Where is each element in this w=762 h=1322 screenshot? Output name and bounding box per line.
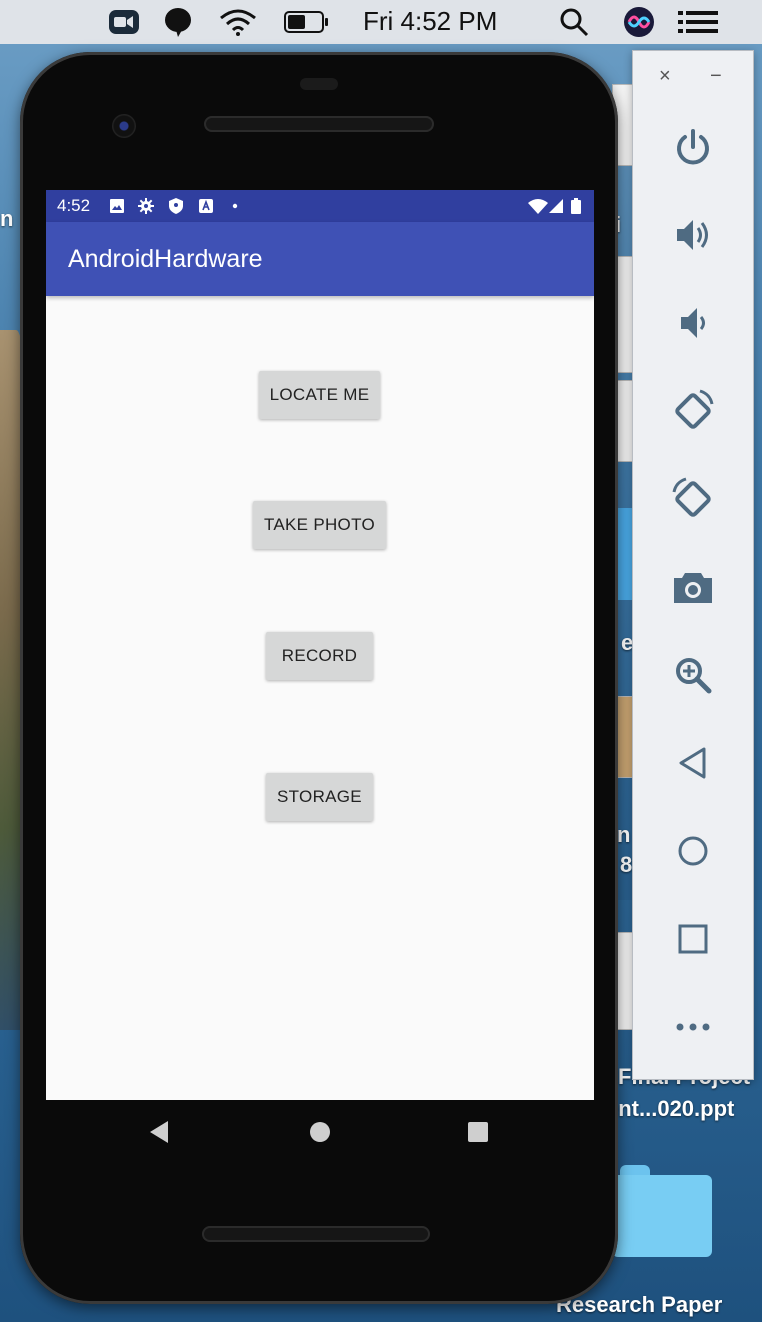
image-icon (110, 199, 124, 213)
record-button[interactable]: RECORD (266, 632, 373, 680)
desktop-folder-label[interactable]: Research Paper (556, 1292, 722, 1318)
android-status-bar: 4:52 (46, 190, 594, 222)
front-camera (112, 114, 136, 138)
phone-frame: 4:52 AndroidHardware LOCATE ME TAKE PHOT… (20, 52, 618, 1304)
volume-down-icon[interactable] (667, 297, 719, 349)
volume-up-icon[interactable] (667, 209, 719, 261)
speech-bubble-icon[interactable] (162, 8, 194, 37)
home-icon[interactable] (667, 825, 719, 877)
close-icon[interactable]: × (659, 65, 671, 88)
desktop-right-fragment: 8 (620, 852, 633, 877)
mac-menu-bar: Fri 4:52 PM (0, 0, 762, 44)
zoom-icon[interactable] (108, 8, 140, 36)
wifi-icon[interactable] (218, 8, 258, 36)
camera-icon[interactable] (667, 561, 719, 613)
battery-icon[interactable] (284, 8, 330, 36)
menu-clock[interactable]: Fri 4:52 PM (363, 6, 497, 37)
wifi-icon (528, 199, 548, 214)
gear-icon (138, 198, 154, 214)
zoom-in-icon[interactable] (667, 649, 719, 701)
storage-button[interactable]: STORAGE (266, 773, 373, 821)
shield-icon (169, 198, 183, 214)
android-nav-bar (46, 1100, 594, 1164)
rotate-left-icon[interactable] (667, 385, 719, 437)
back-icon[interactable] (667, 737, 719, 789)
search-icon[interactable] (558, 8, 590, 37)
overview-icon[interactable] (667, 913, 719, 965)
rotate-right-icon[interactable] (667, 473, 719, 525)
battery-icon (571, 198, 581, 214)
home-icon[interactable] (309, 1121, 331, 1143)
proximity-sensor (300, 78, 338, 90)
recents-icon[interactable] (468, 1122, 488, 1142)
siri-icon[interactable] (622, 7, 656, 37)
desktop-file-label[interactable]: ent...020.ppt (606, 1096, 734, 1122)
desktop-left-fragment: n (0, 206, 14, 231)
app-title: AndroidHardware (68, 245, 263, 273)
control-center-icon[interactable] (678, 8, 718, 36)
a-icon (199, 199, 213, 213)
power-icon[interactable] (667, 121, 719, 173)
back-icon[interactable] (148, 1120, 170, 1144)
app-bar: AndroidHardware (46, 222, 594, 296)
top-speaker (204, 116, 434, 132)
bottom-speaker (202, 1226, 430, 1242)
android-screen: 4:52 AndroidHardware LOCATE ME TAKE PHOT… (46, 190, 594, 1100)
dot-icon (232, 203, 238, 209)
emulator-control-panel: × − (632, 50, 754, 1080)
folder-icon[interactable] (612, 1165, 712, 1257)
take-photo-button[interactable]: TAKE PHOTO (253, 501, 386, 549)
locate-me-button[interactable]: LOCATE ME (259, 371, 380, 419)
signal-icon (549, 199, 563, 213)
desktop-right-fragment: n (617, 822, 631, 847)
minimize-icon[interactable]: − (710, 65, 722, 88)
more-icon[interactable] (667, 1001, 719, 1053)
status-time: 4:52 (57, 196, 91, 215)
